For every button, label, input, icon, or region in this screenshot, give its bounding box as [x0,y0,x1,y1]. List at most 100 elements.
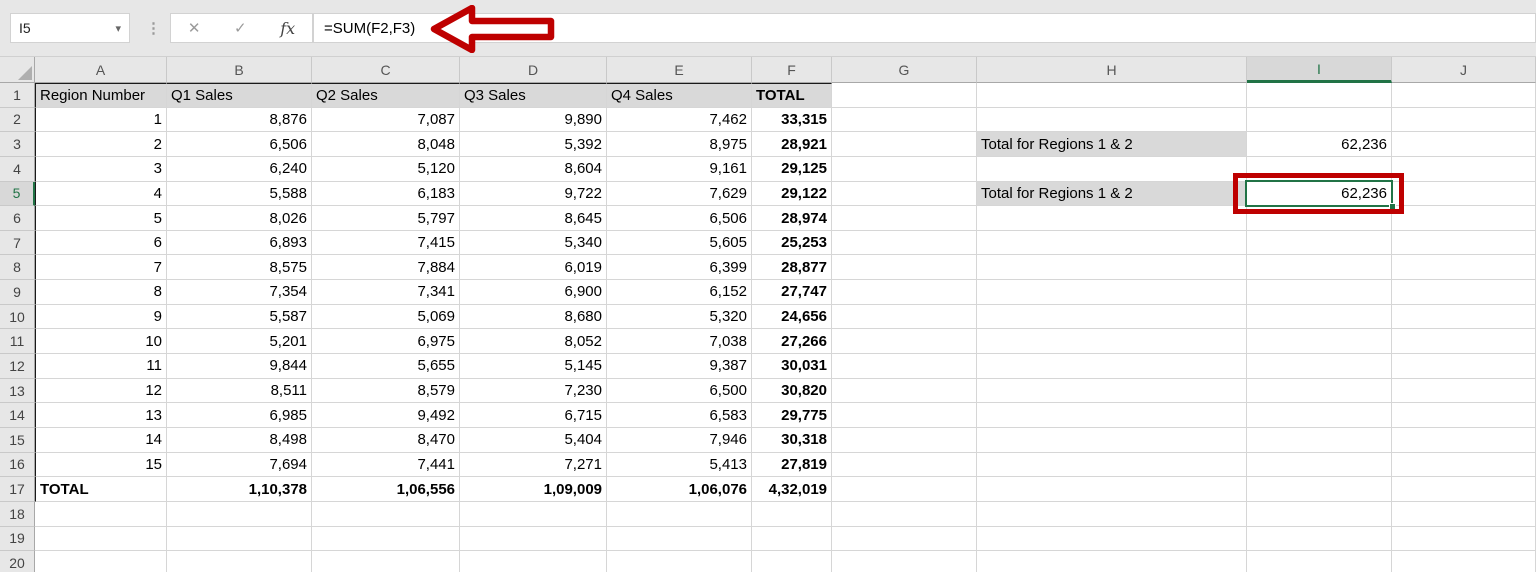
row-header-2[interactable]: 2 [0,107,35,133]
cell-H16[interactable] [977,452,1247,478]
cell-J1[interactable] [1392,83,1536,108]
cell-H10[interactable] [977,304,1247,330]
cell-B13[interactable]: 8,511 [167,378,312,404]
cell-G9[interactable] [832,280,977,305]
cell-E11[interactable]: 7,038 [607,329,752,355]
cell-H5[interactable]: Total for Regions 1 & 2 [977,181,1247,207]
cell-C1[interactable]: Q2 Sales [312,83,460,108]
row-header-3[interactable]: 3 [0,132,35,157]
cell-J10[interactable] [1392,304,1536,330]
column-header-J[interactable]: J [1392,57,1536,83]
column-header-I[interactable]: I [1247,57,1392,83]
cell-I5[interactable]: 62,236 [1247,181,1392,207]
cell-I18[interactable] [1247,501,1392,527]
cell-B1[interactable]: Q1 Sales [167,83,312,108]
insert-function-icon[interactable]: fx [280,19,295,38]
cell-D12[interactable]: 5,145 [460,354,607,379]
cell-A15[interactable]: 14 [35,427,167,453]
cell-A3[interactable]: 2 [35,132,167,157]
cell-E18[interactable] [607,501,752,527]
cell-J13[interactable] [1392,378,1536,404]
cell-C5[interactable]: 6,183 [312,181,460,207]
cell-G10[interactable] [832,304,977,330]
cell-C3[interactable]: 8,048 [312,132,460,157]
cell-H20[interactable] [977,551,1247,572]
cell-F1[interactable]: TOTAL [752,83,832,108]
cell-A4[interactable]: 3 [35,156,167,182]
cell-J19[interactable] [1392,526,1536,552]
cell-E8[interactable]: 6,399 [607,255,752,281]
cell-D18[interactable] [460,501,607,527]
cell-G13[interactable] [832,378,977,404]
cell-F12[interactable]: 30,031 [752,354,832,379]
cell-J14[interactable] [1392,403,1536,428]
row-header-20[interactable]: 20 [0,551,35,572]
cell-I3[interactable]: 62,236 [1247,132,1392,157]
cell-G1[interactable] [832,83,977,108]
cell-F16[interactable]: 27,819 [752,452,832,478]
name-box-dropdown-icon[interactable]: ▾ [115,22,121,35]
row-header-6[interactable]: 6 [0,206,35,231]
cell-E2[interactable]: 7,462 [607,107,752,133]
cell-G20[interactable] [832,551,977,572]
cell-I1[interactable] [1247,83,1392,108]
cell-B10[interactable]: 5,587 [167,304,312,330]
cell-B14[interactable]: 6,985 [167,403,312,428]
cell-H6[interactable] [977,206,1247,231]
cell-A14[interactable]: 13 [35,403,167,428]
cell-A2[interactable]: 1 [35,107,167,133]
cell-B16[interactable]: 7,694 [167,452,312,478]
cell-G3[interactable] [832,132,977,157]
cell-J5[interactable] [1392,181,1536,207]
cell-B18[interactable] [167,501,312,527]
cell-D11[interactable]: 8,052 [460,329,607,355]
cell-C12[interactable]: 5,655 [312,354,460,379]
cell-B11[interactable]: 5,201 [167,329,312,355]
cell-I7[interactable] [1247,230,1392,256]
cell-I10[interactable] [1247,304,1392,330]
cell-E7[interactable]: 5,605 [607,230,752,256]
cell-F18[interactable] [752,501,832,527]
row-header-8[interactable]: 8 [0,255,35,281]
cell-C10[interactable]: 5,069 [312,304,460,330]
cell-G5[interactable] [832,181,977,207]
cell-J16[interactable] [1392,452,1536,478]
cell-F17[interactable]: 4,32,019 [752,477,832,502]
cell-B2[interactable]: 8,876 [167,107,312,133]
cell-C15[interactable]: 8,470 [312,427,460,453]
column-header-F[interactable]: F [752,57,832,83]
cell-F13[interactable]: 30,820 [752,378,832,404]
cell-E5[interactable]: 7,629 [607,181,752,207]
cell-G15[interactable] [832,427,977,453]
cell-H11[interactable] [977,329,1247,355]
cell-D9[interactable]: 6,900 [460,280,607,305]
cell-B8[interactable]: 8,575 [167,255,312,281]
cell-D10[interactable]: 8,680 [460,304,607,330]
cell-D7[interactable]: 5,340 [460,230,607,256]
cell-I2[interactable] [1247,107,1392,133]
cell-D19[interactable] [460,526,607,552]
cell-D4[interactable]: 8,604 [460,156,607,182]
column-header-A[interactable]: A [35,57,167,83]
row-header-18[interactable]: 18 [0,501,35,527]
row-header-19[interactable]: 19 [0,526,35,552]
cell-B20[interactable] [167,551,312,572]
cell-E19[interactable] [607,526,752,552]
cell-I11[interactable] [1247,329,1392,355]
cell-J12[interactable] [1392,354,1536,379]
cell-E10[interactable]: 5,320 [607,304,752,330]
cell-A12[interactable]: 11 [35,354,167,379]
cell-I9[interactable] [1247,280,1392,305]
cell-C2[interactable]: 7,087 [312,107,460,133]
cell-E12[interactable]: 9,387 [607,354,752,379]
cell-I16[interactable] [1247,452,1392,478]
cell-C14[interactable]: 9,492 [312,403,460,428]
cell-B5[interactable]: 5,588 [167,181,312,207]
cell-H13[interactable] [977,378,1247,404]
cell-H4[interactable] [977,156,1247,182]
cell-C20[interactable] [312,551,460,572]
cell-I12[interactable] [1247,354,1392,379]
column-header-B[interactable]: B [167,57,312,83]
cell-I20[interactable] [1247,551,1392,572]
cell-J20[interactable] [1392,551,1536,572]
